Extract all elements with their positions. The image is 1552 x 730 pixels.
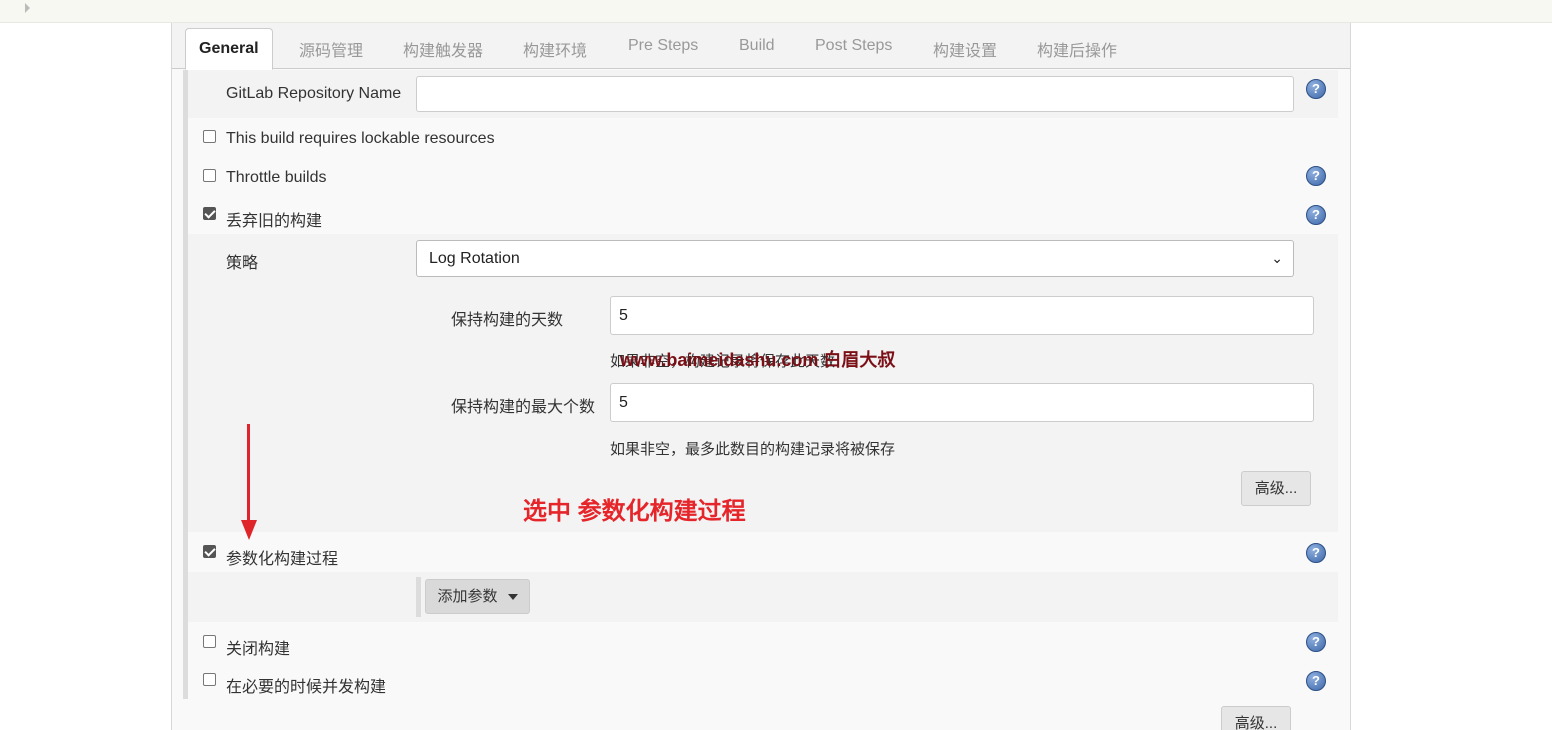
tab-post-build-actions[interactable]: 构建后操作 [1037,37,1117,61]
tab-build-triggers[interactable]: 构建触发器 [403,37,483,61]
days-to-keep-input[interactable] [610,296,1314,335]
discard-old-label: 丢弃旧的构建 [226,213,323,230]
gitlab-repo-label: GitLab Repository Name [226,85,402,102]
disable-build-checkbox[interactable] [203,635,216,648]
advanced-button[interactable]: 高级... [1241,471,1311,506]
help-icon[interactable]: ? [1306,166,1326,186]
tab-build-settings[interactable]: 构建设置 [933,37,997,61]
help-icon[interactable]: ? [1306,632,1326,652]
chevron-down-icon: ⌄ [1271,250,1283,266]
caret-down-icon [507,594,518,601]
num-to-keep-hint: 如果非空，最多此数目的构建记录将被保存 [610,441,896,458]
lockable-checkbox[interactable] [203,130,216,143]
help-icon[interactable]: ? [1306,671,1326,691]
strategy-selected-value: Log Rotation [429,250,520,267]
num-to-keep-input[interactable] [610,383,1314,422]
tab-pre-steps[interactable]: Pre Steps [628,37,698,55]
tab-bar: General 源码管理 构建触发器 构建环境 Pre Steps Build … [172,23,1350,70]
num-to-keep-label: 保持构建的最大个数 [451,399,596,416]
help-icon[interactable]: ? [1306,543,1326,563]
throttle-checkbox[interactable] [203,169,216,182]
annotation-arrow [247,424,250,524]
param-indent-bar [416,577,421,617]
tab-source-code[interactable]: 源码管理 [299,37,363,61]
tab-build[interactable]: Build [739,37,775,55]
advanced-button-bottom[interactable]: 高级... [1221,706,1291,730]
discard-old-checkbox[interactable] [203,207,216,220]
annotation-text: 选中 参数化构建过程 [523,498,746,525]
add-parameter-button[interactable]: 添加参数 [425,579,530,614]
parameterized-label: 参数化构建过程 [226,551,339,568]
concurrent-build-checkbox[interactable] [203,673,216,686]
add-parameter-row [188,572,1338,622]
gitlab-repo-input[interactable] [416,76,1294,112]
days-to-keep-label: 保持构建的天数 [451,312,564,329]
concurrent-build-label: 在必要的时候并发构建 [226,679,387,696]
add-parameter-label: 添加参数 [437,588,498,605]
throttle-label: Throttle builds [226,169,327,186]
strategy-select[interactable]: Log Rotation ⌄ [416,240,1294,277]
help-icon[interactable]: ? [1306,205,1326,225]
lockable-label: This build requires lockable resources [226,130,495,147]
help-icon[interactable]: ? [1306,79,1326,99]
tab-post-steps[interactable]: Post Steps [815,37,892,55]
disable-build-label: 关闭构建 [226,641,291,658]
parameterized-checkbox[interactable] [203,545,216,558]
expand-triangle-icon[interactable] [25,3,30,13]
top-bar [0,0,1552,23]
arrow-down-icon [241,520,257,540]
watermark: www.baimeidashu.com 白眉大叔 [620,350,896,370]
tab-build-environment[interactable]: 构建环境 [523,37,587,61]
tab-general[interactable]: General [185,28,273,70]
strategy-label: 策略 [226,255,259,272]
